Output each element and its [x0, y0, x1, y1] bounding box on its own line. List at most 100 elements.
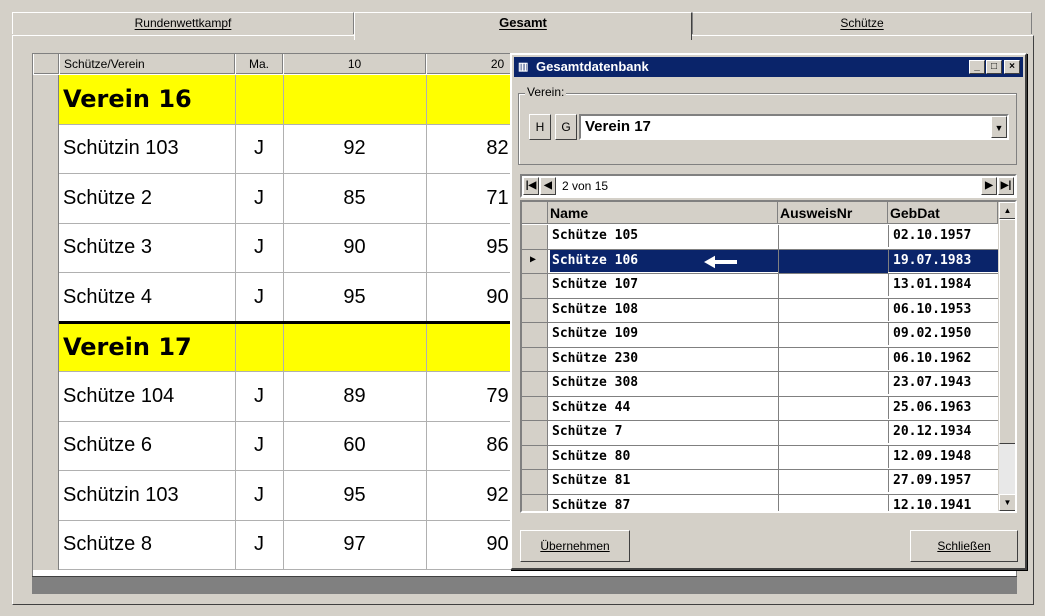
- list-row[interactable]: Schütze 107 13.01.1984: [522, 274, 998, 299]
- col-header-name[interactable]: Schütze/Verein: [59, 54, 235, 74]
- scroll-thumb[interactable]: [999, 219, 1015, 444]
- cell-ma[interactable]: J: [235, 125, 283, 174]
- scroll-down-icon[interactable]: ▼: [999, 494, 1015, 511]
- row-indicator[interactable]: [33, 421, 59, 471]
- cell-list-name[interactable]: Schütze 81: [550, 470, 778, 492]
- row-indicator[interactable]: [33, 75, 59, 125]
- cell-gebdat[interactable]: 06.10.1962: [888, 347, 998, 370]
- cell-ausweisnr[interactable]: [778, 421, 888, 445]
- cell-list-name[interactable]: Schütze 106: [550, 249, 778, 272]
- list-row[interactable]: Schütze 109 09.02.1950: [522, 323, 998, 348]
- cell-score-10[interactable]: 90: [283, 224, 426, 273]
- cell-gebdat[interactable]: 19.07.1983: [888, 249, 998, 272]
- g-button[interactable]: G: [555, 114, 577, 140]
- tab-schuetze[interactable]: Schütze: [692, 12, 1032, 34]
- cell-score-10[interactable]: 95: [283, 273, 426, 322]
- next-record-icon[interactable]: ▶: [981, 177, 997, 195]
- list-row[interactable]: Schütze 108 06.10.1953: [522, 298, 998, 323]
- cell-score-10[interactable]: 95: [283, 471, 426, 520]
- row-indicator[interactable]: [33, 124, 59, 174]
- cell-ausweisnr[interactable]: [778, 372, 888, 396]
- cell-ausweisnr[interactable]: [778, 298, 888, 322]
- row-indicator[interactable]: [522, 323, 548, 347]
- row-indicator[interactable]: [522, 445, 548, 469]
- cell-ausweisnr[interactable]: [778, 445, 888, 469]
- row-indicator[interactable]: [33, 223, 59, 273]
- cell-ausweisnr[interactable]: [778, 347, 888, 371]
- cell-gebdat[interactable]: 25.06.1963: [888, 396, 998, 419]
- cell-ausweisnr[interactable]: [778, 249, 888, 273]
- schliessen-button[interactable]: Schließen: [910, 530, 1018, 562]
- list-row[interactable]: Schütze 105 02.10.1957: [522, 225, 998, 250]
- row-indicator[interactable]: [522, 347, 548, 371]
- minimize-button[interactable]: _: [969, 60, 985, 74]
- cell-list-name[interactable]: Schütze 44: [550, 397, 778, 419]
- cell-ausweisnr[interactable]: [778, 323, 888, 347]
- cell-ma[interactable]: J: [235, 521, 283, 570]
- chevron-down-icon[interactable]: ▼: [991, 116, 1007, 138]
- cell-name[interactable]: Schütze 8: [63, 521, 152, 570]
- row-indicator[interactable]: ▶: [522, 249, 548, 273]
- row-indicator[interactable]: [522, 298, 548, 322]
- cell-list-name[interactable]: Schütze 108: [550, 299, 778, 321]
- cell-ausweisnr[interactable]: [778, 274, 888, 298]
- cell-score-10[interactable]: 60: [283, 422, 426, 471]
- row-indicator[interactable]: [33, 520, 59, 570]
- row-indicator[interactable]: [33, 322, 59, 372]
- list-scrollbar[interactable]: ▲ ▼: [998, 202, 1015, 511]
- row-indicator[interactable]: [33, 273, 59, 323]
- uebernehmen-button[interactable]: Übernehmen: [520, 530, 630, 562]
- cell-gebdat[interactable]: 13.01.1984: [888, 274, 998, 296]
- last-record-icon[interactable]: ▶|: [998, 177, 1014, 195]
- cell-ausweisnr[interactable]: [778, 225, 888, 249]
- cell-gebdat[interactable]: 06.10.1953: [888, 298, 998, 321]
- row-indicator[interactable]: [522, 470, 548, 494]
- cell-score-10[interactable]: 85: [283, 174, 426, 223]
- tab-gesamt[interactable]: Gesamt: [354, 12, 692, 40]
- cell-gebdat[interactable]: 20.12.1934: [888, 421, 998, 443]
- tab-rundenwettkampf[interactable]: Rundenwettkampf: [12, 12, 354, 34]
- row-indicator[interactable]: [33, 372, 59, 422]
- cell-list-name[interactable]: Schütze 105: [550, 225, 778, 247]
- cell-list-name[interactable]: Schütze 308: [550, 372, 778, 394]
- cell-gebdat[interactable]: 12.10.1941: [888, 494, 998, 511]
- cell-score-10[interactable]: 89: [283, 372, 426, 421]
- row-indicator[interactable]: [522, 421, 548, 445]
- list-row[interactable]: Schütze 44 25.06.1963: [522, 396, 998, 421]
- cell-list-name[interactable]: Schütze 109: [550, 323, 778, 345]
- cell-ausweisnr[interactable]: [778, 396, 888, 420]
- close-button[interactable]: ×: [1004, 60, 1020, 74]
- prev-record-icon[interactable]: ◀: [540, 177, 556, 195]
- list-row[interactable]: Schütze 81 27.09.1957: [522, 470, 998, 495]
- scroll-up-icon[interactable]: ▲: [999, 202, 1015, 219]
- cell-list-name[interactable]: Schütze 230: [550, 348, 778, 370]
- cell-gebdat[interactable]: 23.07.1943: [888, 372, 998, 394]
- cell-ma[interactable]: J: [235, 174, 283, 223]
- h-button[interactable]: H: [529, 114, 551, 140]
- cell-gebdat[interactable]: 12.09.1948: [888, 445, 998, 468]
- cell-list-name[interactable]: Schütze 87: [550, 495, 778, 512]
- list-row[interactable]: Schütze 80 12.09.1948: [522, 445, 998, 470]
- list-row[interactable]: Schütze 87 12.10.1941: [522, 494, 998, 512]
- verein-select[interactable]: Verein 17 ▼: [579, 114, 1009, 140]
- cell-ausweisnr[interactable]: [778, 494, 888, 511]
- col-header-list-name[interactable]: Name: [548, 202, 778, 224]
- cell-name[interactable]: Schütze 4: [63, 273, 152, 322]
- col-header-ausweisnr[interactable]: AusweisNr: [778, 202, 888, 224]
- cell-ma[interactable]: J: [235, 372, 283, 421]
- cell-gebdat[interactable]: 09.02.1950: [888, 323, 998, 345]
- cell-list-name[interactable]: Schütze 7: [550, 421, 778, 443]
- cell-ma[interactable]: J: [235, 471, 283, 520]
- dialog-titlebar[interactable]: ▥ Gesamtdatenbank _ □ ×: [514, 57, 1023, 77]
- cell-list-name[interactable]: Schütze 80: [550, 446, 778, 468]
- row-indicator[interactable]: [522, 274, 548, 298]
- cell-gebdat[interactable]: 27.09.1957: [888, 470, 998, 492]
- maximize-button[interactable]: □: [986, 60, 1002, 74]
- cell-ausweisnr[interactable]: [778, 470, 888, 494]
- cell-name[interactable]: Schütze 104: [63, 372, 174, 421]
- cell-list-name[interactable]: Schütze 107: [550, 274, 778, 296]
- cell-score-10[interactable]: 97: [283, 521, 426, 570]
- cell-name[interactable]: Schützin 103: [63, 471, 179, 520]
- list-row[interactable]: Schütze 7 20.12.1934: [522, 421, 998, 446]
- cell-name[interactable]: Schütze 3: [63, 224, 152, 273]
